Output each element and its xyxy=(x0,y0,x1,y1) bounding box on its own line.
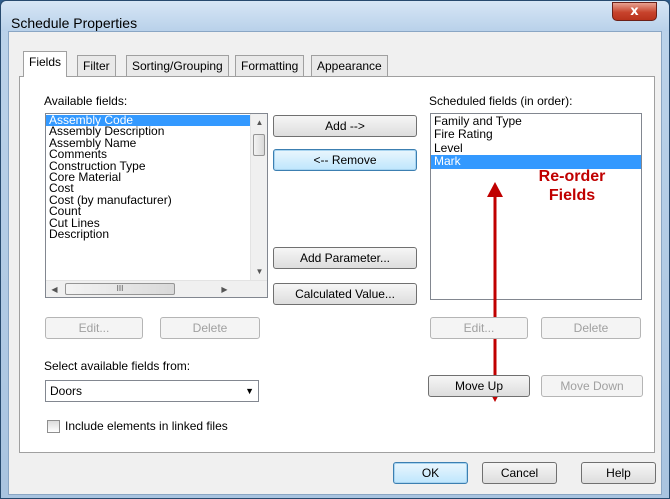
available-horizontal-scrollbar[interactable]: ◀ III ▶ xyxy=(46,280,267,297)
scroll-down-arrow-icon[interactable]: ▼ xyxy=(251,263,267,280)
move-down-button[interactable]: Move Down xyxy=(541,375,643,397)
list-item[interactable]: Level xyxy=(431,141,641,155)
dialog-title: Schedule Properties xyxy=(11,15,138,31)
scroll-thumb[interactable]: III xyxy=(65,283,175,295)
tab-fields[interactable]: Fields xyxy=(23,51,68,77)
cancel-button[interactable]: Cancel xyxy=(482,462,557,484)
close-button[interactable]: x xyxy=(612,2,657,21)
annotation-text: Re-order Fields xyxy=(497,167,647,205)
reorder-arrow-icon xyxy=(487,182,503,402)
delete-available-button[interactable]: Delete xyxy=(160,317,260,339)
ok-button[interactable]: OK xyxy=(393,462,468,484)
include-linked-label: Include elements in linked files xyxy=(65,419,228,433)
delete-scheduled-button[interactable]: Delete xyxy=(541,317,641,339)
calculated-value-button[interactable]: Calculated Value... xyxy=(273,283,417,305)
tab-appearance[interactable]: Appearance xyxy=(311,55,388,76)
edit-available-button[interactable]: Edit... xyxy=(45,317,143,339)
fields-tab-panel: Available fields: Assembly Code Assembly… xyxy=(19,76,655,453)
tab-formatting[interactable]: Formatting xyxy=(235,55,305,76)
help-button[interactable]: Help xyxy=(581,462,656,484)
list-item[interactable]: Fire Rating xyxy=(431,127,641,141)
scroll-up-arrow-icon[interactable]: ▲ xyxy=(251,114,267,131)
tab-filter[interactable]: Filter xyxy=(77,55,116,76)
list-item[interactable]: Description xyxy=(46,228,251,240)
scroll-right-arrow-icon[interactable]: ▶ xyxy=(216,281,233,297)
title-bar[interactable]: Schedule Properties x xyxy=(1,1,669,31)
chevron-down-icon: ▼ xyxy=(245,386,254,396)
add-button[interactable]: Add --> xyxy=(273,115,417,137)
available-fields-list[interactable]: Assembly Code Assembly Description Assem… xyxy=(45,113,268,298)
scheduled-fields-list[interactable]: Family and Type Fire Rating Level Mark xyxy=(430,113,642,300)
annotation-line-2: Fields xyxy=(548,187,596,204)
fields-source-value: Doors xyxy=(50,384,83,398)
available-fields-label: Available fields: xyxy=(44,94,128,108)
select-fields-from-label: Select available fields from: xyxy=(44,359,191,373)
include-linked-checkbox[interactable] xyxy=(47,420,60,433)
scheduled-fields-label: Scheduled fields (in order): xyxy=(429,94,573,108)
scroll-thumb[interactable] xyxy=(253,134,265,156)
edit-scheduled-button[interactable]: Edit... xyxy=(430,317,528,339)
tab-sorting-grouping[interactable]: Sorting/Grouping xyxy=(126,55,229,76)
list-item[interactable]: Core Material xyxy=(46,171,251,183)
move-up-button[interactable]: Move Up xyxy=(428,375,530,397)
list-item[interactable]: Family and Type xyxy=(431,114,641,128)
add-parameter-button[interactable]: Add Parameter... xyxy=(273,247,417,269)
remove-button[interactable]: <-- Remove xyxy=(273,149,417,171)
fields-source-dropdown[interactable]: Doors ▼ xyxy=(45,380,259,402)
available-vertical-scrollbar[interactable]: ▲ ▼ xyxy=(250,114,267,280)
schedule-properties-dialog: Schedule Properties x Fields Filter Sort… xyxy=(0,0,670,499)
annotation-line-1: Re-order xyxy=(538,168,606,185)
scroll-left-arrow-icon[interactable]: ◀ xyxy=(46,281,63,297)
dialog-client-area: Fields Filter Sorting/Grouping Formattin… xyxy=(8,31,662,495)
